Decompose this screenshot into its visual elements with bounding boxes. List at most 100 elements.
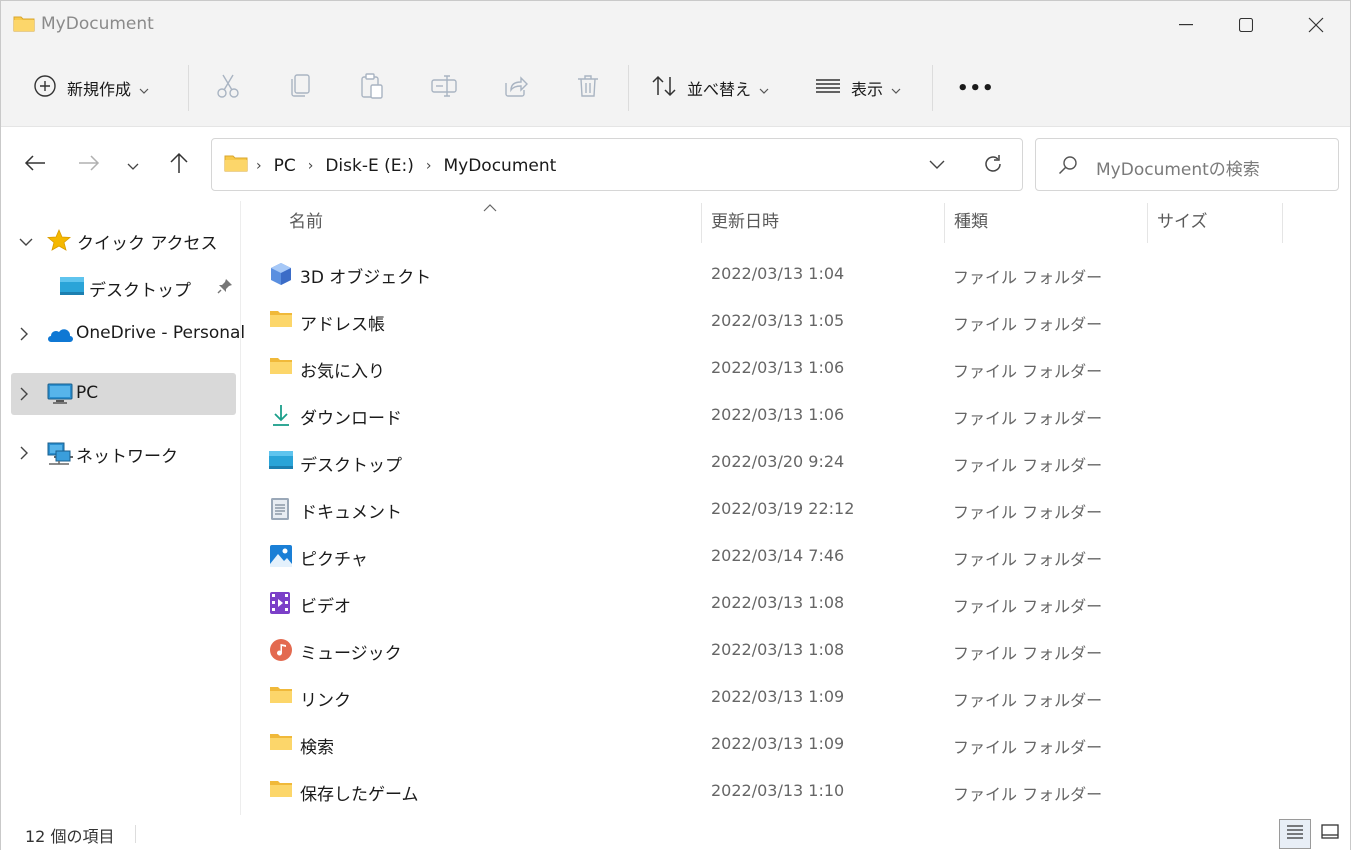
maximize-button[interactable] bbox=[1213, 1, 1279, 49]
pane-divider[interactable] bbox=[240, 201, 241, 815]
breadcrumb-pc[interactable]: PC bbox=[274, 156, 296, 176]
file-name: ドキュメント bbox=[300, 503, 402, 523]
file-row[interactable]: アドレス帳 2022/03/13 1:05 ファイル フォルダー bbox=[263, 298, 1323, 344]
column-separator[interactable] bbox=[701, 203, 702, 243]
new-button[interactable]: 新規作成 bbox=[33, 65, 149, 111]
sidebar-item-label: PC bbox=[76, 383, 99, 403]
file-row[interactable]: ビデオ 2022/03/13 1:08 ファイル フォルダー bbox=[263, 580, 1323, 626]
chevron-right-icon: › bbox=[256, 157, 262, 174]
file-type: ファイル フォルダー bbox=[953, 691, 1103, 710]
paste-button[interactable] bbox=[357, 73, 387, 103]
sidebar-item-network[interactable]: ネットワーク bbox=[11, 432, 236, 474]
file-type: ファイル フォルダー bbox=[953, 597, 1103, 616]
file-name: ダウンロード bbox=[300, 409, 402, 429]
file-row[interactable]: ミュージック 2022/03/13 1:08 ファイル フォルダー bbox=[263, 627, 1323, 673]
file-date: 2022/03/13 1:06 bbox=[711, 405, 845, 424]
forward-button[interactable] bbox=[73, 149, 105, 181]
view-button[interactable]: 表示 bbox=[815, 65, 901, 111]
close-button[interactable] bbox=[1283, 1, 1349, 49]
status-separator bbox=[135, 825, 136, 843]
folder-icon bbox=[269, 732, 293, 756]
file-row[interactable]: デスクトップ 2022/03/20 9:24 ファイル フォルダー bbox=[263, 439, 1323, 485]
file-row[interactable]: 検索 2022/03/13 1:09 ファイル フォルダー bbox=[263, 721, 1323, 767]
sort-label: 並べ替え bbox=[687, 80, 752, 99]
copy-icon bbox=[289, 74, 311, 102]
file-date: 2022/03/13 1:04 bbox=[711, 264, 845, 283]
file-row[interactable]: 保存したゲーム 2022/03/13 1:10 ファイル フォルダー bbox=[263, 768, 1323, 814]
column-header-size[interactable]: サイズ bbox=[1157, 207, 1277, 243]
music-icon bbox=[269, 638, 293, 666]
toolbar-separator bbox=[932, 65, 933, 111]
file-row[interactable]: ドキュメント 2022/03/19 22:12 ファイル フォルダー bbox=[263, 486, 1323, 532]
3d-objects-icon bbox=[269, 262, 293, 290]
file-row[interactable]: 3D オブジェクト 2022/03/13 1:04 ファイル フォルダー bbox=[263, 251, 1323, 297]
file-name: デスクトップ bbox=[300, 456, 402, 476]
chevron-right-icon bbox=[19, 445, 29, 465]
column-header-modified[interactable]: 更新日時 bbox=[711, 207, 941, 243]
file-type: ファイル フォルダー bbox=[953, 550, 1103, 569]
desktop-icon bbox=[59, 276, 85, 301]
view-list-icon bbox=[815, 78, 841, 98]
sidebar-item-quick-access[interactable]: クイック アクセス bbox=[11, 219, 236, 261]
rename-button[interactable] bbox=[429, 73, 459, 103]
file-name: 保存したゲーム bbox=[300, 785, 419, 805]
file-row[interactable]: ピクチャ 2022/03/14 7:46 ファイル フォルダー bbox=[263, 533, 1323, 579]
sidebar-item-onedrive[interactable]: OneDrive - Personal bbox=[11, 313, 245, 355]
file-type: ファイル フォルダー bbox=[953, 644, 1103, 663]
delete-button[interactable] bbox=[573, 73, 603, 103]
search-input[interactable]: MyDocumentの検索 bbox=[1035, 138, 1339, 191]
arrow-left-icon bbox=[24, 154, 46, 176]
column-separator[interactable] bbox=[1147, 203, 1148, 243]
file-row[interactable]: ダウンロード 2022/03/13 1:06 ファイル フォルダー bbox=[263, 392, 1323, 438]
column-separator[interactable] bbox=[1282, 203, 1283, 243]
sort-icon bbox=[651, 74, 677, 102]
chevron-down-icon bbox=[19, 232, 33, 252]
trash-icon bbox=[577, 74, 599, 102]
back-button[interactable] bbox=[19, 149, 51, 181]
window-title: MyDocument bbox=[41, 14, 154, 34]
chevron-down-icon bbox=[928, 160, 946, 179]
sidebar-item-pc[interactable]: PC bbox=[11, 373, 236, 415]
file-row[interactable]: お気に入り 2022/03/13 1:06 ファイル フォルダー bbox=[263, 345, 1323, 391]
file-row[interactable]: リンク 2022/03/13 1:09 ファイル フォルダー bbox=[263, 674, 1323, 720]
file-date: 2022/03/13 1:08 bbox=[711, 593, 845, 612]
large-icons-view-button[interactable] bbox=[1315, 819, 1345, 849]
folder-icon bbox=[224, 153, 248, 178]
file-type: ファイル フォルダー bbox=[953, 409, 1103, 428]
item-count: 12 個の項目 bbox=[25, 827, 115, 846]
column-separator[interactable] bbox=[944, 203, 945, 243]
column-header-type[interactable]: 種類 bbox=[954, 207, 1144, 243]
file-name: ピクチャ bbox=[300, 550, 368, 570]
address-history-dropdown[interactable] bbox=[928, 153, 946, 179]
share-button[interactable] bbox=[501, 73, 531, 103]
sort-button[interactable]: 並べ替え bbox=[651, 65, 769, 111]
breadcrumb-mydocument[interactable]: MyDocument bbox=[443, 156, 556, 176]
file-date: 2022/03/13 1:09 bbox=[711, 734, 845, 753]
onedrive-icon bbox=[45, 325, 73, 348]
minimize-button[interactable] bbox=[1153, 1, 1219, 49]
share-icon bbox=[504, 75, 528, 101]
pin-icon[interactable] bbox=[217, 278, 233, 299]
network-icon bbox=[45, 442, 74, 471]
copy-button[interactable] bbox=[285, 73, 315, 103]
details-view-button[interactable] bbox=[1279, 819, 1311, 849]
file-name: お気に入り bbox=[300, 362, 385, 382]
sidebar-item-desktop[interactable]: デスクトップ bbox=[11, 266, 236, 308]
more-options-button[interactable]: ••• bbox=[957, 65, 995, 111]
file-type: ファイル フォルダー bbox=[953, 785, 1103, 804]
breadcrumb-disk-e[interactable]: Disk-E (E:) bbox=[325, 156, 414, 176]
chevron-down-icon bbox=[891, 79, 901, 98]
up-button[interactable] bbox=[163, 149, 195, 181]
refresh-button[interactable] bbox=[982, 153, 1004, 179]
view-label: 表示 bbox=[851, 80, 884, 99]
sidebar-item-label: OneDrive - Personal bbox=[76, 323, 246, 343]
file-date: 2022/03/13 1:08 bbox=[711, 640, 845, 659]
file-type: ファイル フォルダー bbox=[953, 738, 1103, 757]
file-date: 2022/03/13 1:05 bbox=[711, 311, 845, 330]
chevron-down-icon bbox=[759, 79, 769, 98]
cut-button[interactable] bbox=[213, 73, 243, 103]
recent-locations-button[interactable] bbox=[117, 149, 149, 181]
column-header-name[interactable]: 名前 bbox=[289, 207, 699, 243]
address-bar[interactable]: › PC › Disk-E (E:) › MyDocument bbox=[211, 138, 1023, 191]
new-label: 新規作成 bbox=[67, 80, 132, 99]
